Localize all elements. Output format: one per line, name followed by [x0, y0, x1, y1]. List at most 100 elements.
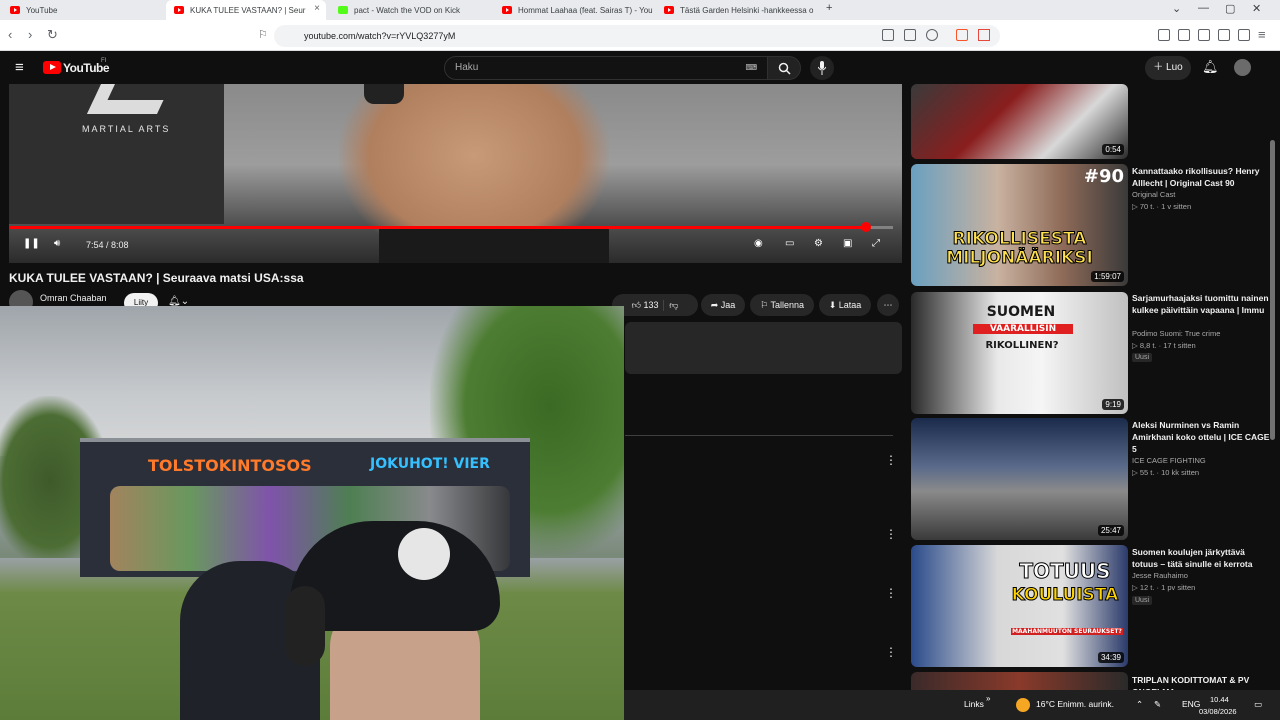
recommendation-title[interactable]: Sarjamurhaajaksi tuomittu nainen kulkee …: [1132, 292, 1272, 316]
notification-icon[interactable]: ▭: [1254, 699, 1262, 710]
back-icon[interactable]: ‹: [8, 27, 12, 42]
share-button[interactable]: ➦ Jaa: [701, 294, 745, 316]
download-label: Lataa: [838, 300, 862, 310]
volume-icon[interactable]: 🔊︎: [54, 238, 60, 249]
links-toolbar[interactable]: Links: [964, 699, 984, 709]
minimize-icon[interactable]: —: [1198, 2, 1209, 14]
thumbs-down-icon[interactable]: 👎︎: [669, 300, 678, 310]
browser-tab[interactable]: YouTube: [2, 0, 164, 20]
wallet-icon[interactable]: [1198, 29, 1210, 41]
music-icon[interactable]: [1158, 29, 1170, 41]
tab-search-icon[interactable]: ⌄: [1172, 2, 1181, 15]
vpn-icon[interactable]: [1238, 29, 1250, 41]
keyboard-icon[interactable]: ⌨: [745, 57, 757, 79]
new-badge: Uusi: [1132, 353, 1153, 362]
tray-overflow-icon[interactable]: ⌃: [1136, 699, 1143, 710]
scrollbar-thumb[interactable]: [1270, 140, 1275, 440]
like-button[interactable]: 👍︎ 133 │ 👎︎: [612, 294, 698, 316]
forward-icon[interactable]: ›: [28, 27, 32, 42]
cast-icon[interactable]: [882, 29, 894, 41]
clock-time[interactable]: 10.44: [1210, 695, 1229, 704]
create-button[interactable]: ＋ Luo: [1145, 56, 1191, 80]
browser-tab[interactable]: Hommat Laahaa (feat. Sairas T) - You: [494, 0, 654, 20]
share-label: Jaa: [720, 300, 736, 310]
search-icon: [778, 62, 791, 75]
youtube-logo-icon[interactable]: [43, 61, 61, 74]
search-button[interactable]: [767, 56, 801, 80]
browser-tab-active[interactable]: KUKA TULEE VASTAAN? | Seur ×: [166, 0, 326, 20]
browser-tab[interactable]: Tästä Garden Helsinki -hankkeessa o: [656, 0, 816, 20]
save-button[interactable]: ⚐ Tallenna: [750, 294, 814, 316]
thumb-text: #90: [1083, 166, 1124, 187]
subtitles-icon[interactable]: ▭: [785, 238, 794, 249]
recommendation-thumbnail[interactable]: SUOMEN VAARALLISIN RIKOLLINEN? 9:19: [911, 292, 1128, 414]
recommendation-channel[interactable]: Original Cast: [1132, 189, 1272, 201]
youtube-icon: [502, 6, 512, 14]
zoom-icon[interactable]: [926, 29, 938, 41]
rewards-icon[interactable]: [978, 29, 990, 41]
youtube-icon: [664, 6, 674, 14]
recommendation-channel[interactable]: Jesse Rauhaimo: [1132, 570, 1272, 582]
recommendation-title[interactable]: Suomen koulujen järkyttävä totuus – tätä…: [1132, 546, 1272, 570]
maximize-icon[interactable]: ▢: [1225, 2, 1235, 15]
hamburger-icon[interactable]: ≡: [15, 59, 24, 76]
close-icon[interactable]: ×: [314, 3, 320, 14]
autoplay-toggle-icon[interactable]: ◉: [754, 238, 763, 249]
search-input[interactable]: Haku ⌨: [444, 56, 768, 80]
recommendation-channel[interactable]: Podimo Suomi: True crime: [1132, 328, 1272, 340]
clock-date[interactable]: 03/08/2026: [1199, 707, 1237, 716]
duration-badge: 34:39: [1097, 652, 1124, 663]
brave-shield-icon[interactable]: [956, 29, 968, 41]
description-box[interactable]: [625, 322, 902, 374]
weather-text[interactable]: 16°C Enimm. aurink.: [1036, 699, 1114, 709]
avatar[interactable]: [1234, 59, 1251, 76]
video-player[interactable]: MARTIAL ARTS: [9, 84, 902, 263]
more-actions-button[interactable]: ⋯: [877, 294, 899, 316]
channel-name[interactable]: Omran Chaaban: [40, 293, 107, 303]
kick-icon: [338, 6, 348, 14]
bookmark-icon[interactable]: ⚐: [258, 28, 268, 41]
recommendation-thumbnail[interactable]: 25:47: [911, 418, 1128, 540]
time-display: 7:54 / 8:08: [86, 240, 129, 250]
progress-fill: [9, 226, 867, 229]
reload-icon[interactable]: ↻: [47, 27, 58, 43]
sidebar-icon[interactable]: [1178, 29, 1190, 41]
search-placeholder: Haku: [455, 62, 479, 73]
recommendation-thumbnail[interactable]: TOTUUS KOULUISTA MAAHANMUUTON SEURAUKSET…: [911, 545, 1128, 667]
chevron-icon[interactable]: »: [986, 694, 990, 703]
comment-menu-icon[interactable]: ⋮: [885, 453, 897, 467]
thumb-text: MAAHANMUUTON SEURAUKSET?: [1011, 628, 1123, 635]
browser-toolbar: ‹ › ↻ ⚐ youtube.com/watch?v=rYVLQ3277yM …: [0, 20, 1280, 51]
progress-bar[interactable]: [9, 222, 893, 232]
recommendation-thumbnail[interactable]: 0:54: [911, 84, 1128, 159]
recommendation-title[interactable]: Kannattaako rikollisuus? Henry Alllecht …: [1132, 165, 1272, 189]
comment-menu-icon[interactable]: ⋮: [885, 586, 897, 600]
pen-icon[interactable]: ✎: [1154, 699, 1161, 710]
recommendation-thumbnail[interactable]: #90 RIKOLLISESTA MILJONÄÄRIKSI 1:59:07: [911, 164, 1128, 286]
comment-menu-icon[interactable]: ⋮: [885, 527, 897, 541]
language-indicator[interactable]: ENG: [1182, 699, 1200, 709]
video-frame-shorts: [379, 229, 609, 263]
recommendation-title[interactable]: Aleksi Nurminen vs Ramin Amirkhani koko …: [1132, 419, 1272, 455]
bell-icon[interactable]: 🔔︎: [1202, 59, 1219, 75]
comments-divider: [625, 435, 893, 436]
comment-menu-icon[interactable]: ⋮: [885, 645, 897, 659]
fullscreen-icon[interactable]: ⤢: [872, 238, 880, 249]
recommendation-channel[interactable]: ICE CAGE FIGHTING: [1132, 455, 1272, 467]
new-tab-button[interactable]: +: [826, 2, 832, 14]
menu-icon[interactable]: ≡: [1258, 27, 1266, 42]
theater-mode-icon[interactable]: ▣: [843, 238, 852, 249]
browser-tab[interactable]: pact - Watch the VOD on Kick: [330, 0, 492, 20]
translate-icon[interactable]: [904, 29, 916, 41]
download-button[interactable]: ⬇ Lataa: [819, 294, 871, 316]
recommendation-meta: ▷ 70 t. · 1 v sitten: [1132, 202, 1192, 211]
graffiti-text-left: TOLSTOKINTOSOS: [148, 456, 312, 475]
duration-badge: 1:59:07: [1091, 271, 1124, 282]
voice-search-button[interactable]: [810, 56, 834, 80]
region-code: FI: [101, 58, 107, 64]
close-window-icon[interactable]: ✕: [1252, 2, 1261, 15]
leo-icon[interactable]: [1218, 29, 1230, 41]
settings-icon[interactable]: ⚙: [814, 238, 823, 249]
cap-logo: [398, 528, 450, 580]
pause-icon[interactable]: ❚❚: [23, 238, 40, 249]
